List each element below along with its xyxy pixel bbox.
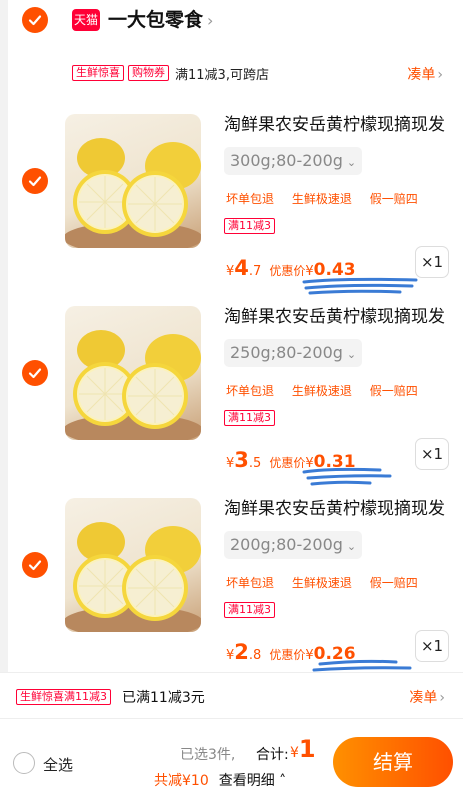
promo-subtotal-bar: 生鲜惊喜满11减3 已满11减3元 凑单 ›	[0, 672, 463, 718]
scribble-mark	[302, 277, 418, 295]
item-promo-tag: 满11减3	[224, 602, 275, 618]
chevron-down-icon: ⌄	[346, 156, 357, 169]
service-tags: 坏单包退 生鲜极速退 假一赔四	[226, 190, 432, 207]
discount-total: 共减¥10	[154, 773, 209, 789]
service-tag: 坏单包退	[226, 576, 275, 590]
view-detail-link[interactable]: 查看明细 ˄	[219, 773, 286, 789]
sku-selector[interactable]: 250g;80-200g ⌄	[224, 339, 363, 367]
price-decimal: .8	[248, 648, 262, 663]
check-icon	[28, 560, 42, 571]
service-tag: 坏单包退	[226, 384, 275, 398]
item-checkbox[interactable]	[22, 360, 48, 386]
select-all-label[interactable]: 全选	[43, 754, 73, 775]
subtotal-promo-tag: 生鲜惊喜满11减3	[16, 689, 111, 705]
product-title[interactable]: 淘鲜果农安岳黄柠檬现摘现发	[224, 114, 445, 136]
check-icon	[28, 176, 42, 187]
total-value: 1	[298, 735, 316, 763]
selected-count: 已选3件,	[180, 747, 236, 763]
subtotal-coudan-link[interactable]: 凑单 ›	[409, 687, 445, 707]
service-tag: 假一赔四	[369, 576, 418, 590]
discount-summary: 共减¥10 查看明细 ˄	[154, 770, 286, 790]
item-checkbox[interactable]	[22, 552, 48, 578]
promo-tag-fresh: 生鲜惊喜	[72, 65, 124, 81]
tmall-badge: 天猫	[72, 9, 100, 31]
service-tag: 生鲜极速退	[291, 576, 352, 590]
price-integer: 3	[234, 448, 249, 472]
service-tag: 假一赔四	[369, 384, 418, 398]
product-image[interactable]	[65, 114, 201, 248]
total-amount: ¥1	[290, 735, 316, 763]
select-all-radio[interactable]	[13, 752, 35, 774]
check-icon	[28, 368, 42, 379]
chevron-right-icon: ›	[437, 67, 443, 83]
chevron-down-icon: ⌄	[346, 348, 357, 361]
service-tag: 假一赔四	[369, 192, 418, 206]
item-promo-tag: 满11减3	[224, 218, 275, 234]
service-tags: 坏单包退 生鲜极速退 假一赔四	[226, 382, 432, 399]
scribble-mark	[302, 467, 392, 486]
cart-item: 淘鲜果农安岳黄柠檬现摘现发 200g;80-200g ⌄ 坏单包退 生鲜极速退 假…	[8, 498, 463, 688]
chevron-right-icon: ›	[207, 11, 214, 30]
item-promo-tag: 满11减3	[224, 410, 275, 426]
store-coudan-link[interactable]: 凑单 ›	[407, 64, 443, 84]
service-tags: 坏单包退 生鲜极速退 假一赔四	[226, 574, 432, 591]
total-label: 合计:	[256, 747, 289, 763]
sku-value: 200g;80-200g	[230, 535, 343, 554]
sku-value: 250g;80-200g	[230, 343, 343, 362]
store-promo-row: 生鲜惊喜 购物券 满11减3,可跨店	[72, 64, 269, 83]
coudan-label: 凑单	[409, 690, 438, 706]
store-name: 一大包零食	[108, 9, 204, 31]
checkout-bar: 全选 已选3件, 合计: ¥1 共减¥10 查看明细 ˄ 结算	[0, 718, 463, 800]
chevron-up-icon: ˄	[274, 773, 287, 789]
service-tag: 生鲜极速退	[291, 384, 352, 398]
quantity-button[interactable]: ×1	[415, 630, 449, 662]
sku-selector[interactable]: 300g;80-200g ⌄	[224, 147, 363, 175]
quantity-button[interactable]: ×1	[415, 246, 449, 278]
product-image[interactable]	[65, 498, 201, 632]
chevron-right-icon: ›	[439, 690, 445, 706]
store-card: 天猫 一大包零食 › 生鲜惊喜 购物券 满11减3,可跨店 凑单 › 淘鲜果农安…	[8, 0, 463, 678]
sku-value: 300g;80-200g	[230, 151, 343, 170]
promo-text: 满11减3,可跨店	[175, 67, 269, 83]
product-image[interactable]	[65, 306, 201, 440]
cart-item: 淘鲜果农安岳黄柠檬现摘现发 250g;80-200g ⌄ 坏单包退 生鲜极速退 假…	[8, 306, 463, 496]
quantity-button[interactable]: ×1	[415, 438, 449, 470]
price-integer: 4	[234, 256, 249, 280]
service-tag: 坏单包退	[226, 192, 275, 206]
view-detail-label: 查看明细	[218, 773, 275, 789]
checkout-button[interactable]: 结算	[333, 737, 453, 787]
check-icon	[28, 15, 42, 26]
service-tag: 生鲜极速退	[291, 192, 352, 206]
cart-item: 淘鲜果农安岳黄柠檬现摘现发 300g;80-200g ⌄ 坏单包退 生鲜极速退 假…	[8, 114, 463, 304]
sku-selector[interactable]: 200g;80-200g ⌄	[224, 531, 363, 559]
chevron-down-icon: ⌄	[346, 540, 357, 553]
coudan-label: 凑单	[407, 67, 436, 83]
product-title[interactable]: 淘鲜果农安岳黄柠檬现摘现发	[224, 498, 445, 520]
price-decimal: .7	[248, 264, 262, 279]
price-decimal: .5	[248, 456, 262, 471]
store-checkbox[interactable]	[22, 7, 48, 33]
item-checkbox[interactable]	[22, 168, 48, 194]
total-symbol: ¥	[290, 745, 299, 761]
subtotal-text: 已满11减3元	[122, 690, 205, 706]
promo-tag-coupon: 购物券	[128, 65, 169, 81]
store-name-link[interactable]: 一大包零食 ›	[108, 7, 213, 34]
product-title[interactable]: 淘鲜果农安岳黄柠檬现摘现发	[224, 306, 445, 328]
price-integer: 2	[234, 640, 249, 664]
